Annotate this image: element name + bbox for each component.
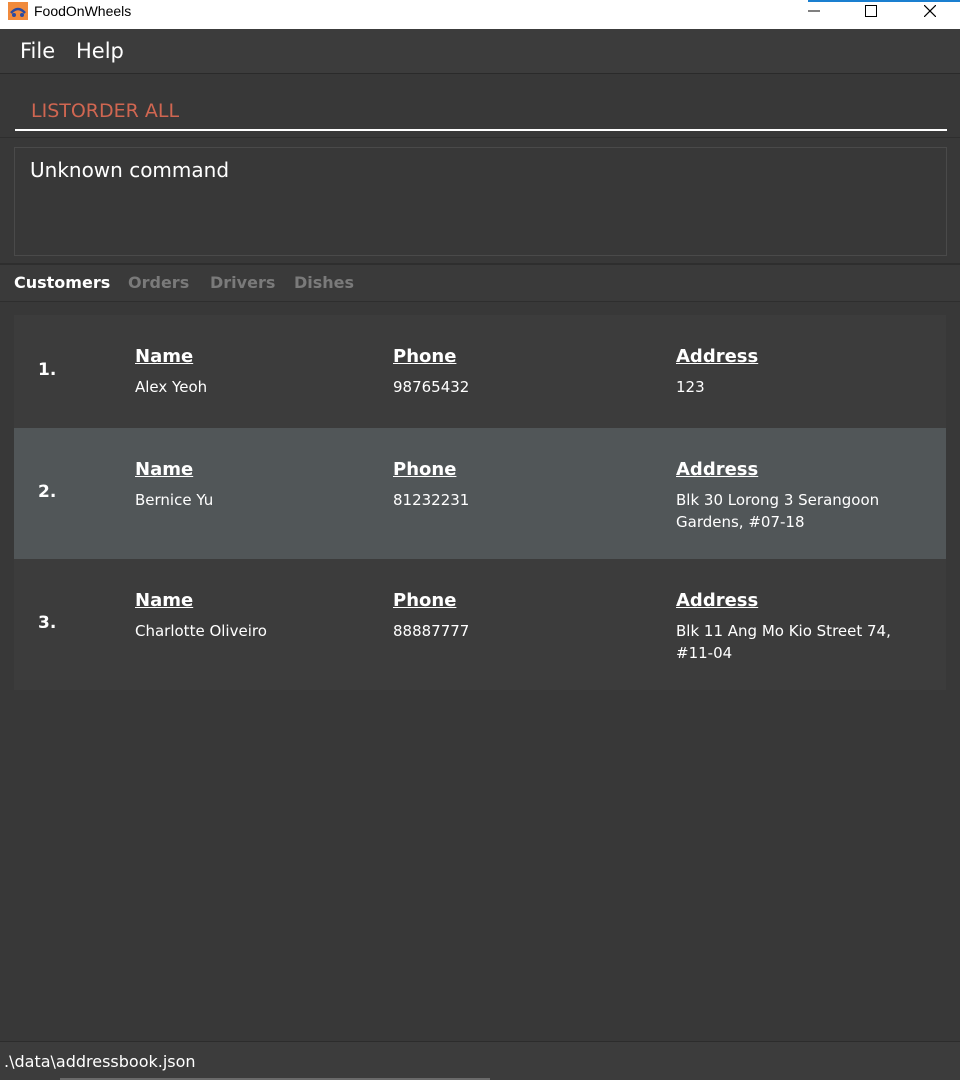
result-display-panel: Unknown command: [0, 138, 960, 264]
list-item[interactable]: 1. Name Alex Yeoh Phone 98765432 Address…: [14, 315, 946, 428]
maximize-icon: [865, 5, 877, 17]
minimize-button[interactable]: [791, 0, 837, 22]
close-icon: [924, 5, 936, 17]
tab-orders[interactable]: Orders: [128, 273, 189, 292]
window-titlebar: FoodOnWheels: [0, 0, 960, 29]
address-line: #11-04: [676, 644, 733, 662]
customer-name: Alex Yeoh: [135, 378, 208, 396]
tab-customers[interactable]: Customers: [14, 273, 110, 292]
menu-help[interactable]: Help: [76, 39, 124, 63]
address-header: Address: [676, 459, 759, 480]
close-button[interactable]: [907, 0, 953, 22]
name-header: Name: [135, 590, 194, 611]
status-bar: .\data\addressbook.json: [0, 1041, 960, 1080]
window-title: FoodOnWheels: [34, 3, 132, 19]
customer-address: 123: [676, 376, 705, 398]
result-display: Unknown command: [14, 147, 947, 256]
list-item-index: 1.: [38, 360, 57, 380]
command-input[interactable]: [15, 84, 947, 131]
customer-phone: 81232231: [393, 491, 470, 509]
customer-name: Charlotte Oliveiro: [135, 622, 267, 640]
tab-dishes[interactable]: Dishes: [294, 273, 354, 292]
menu-bar: File Help: [0, 29, 960, 74]
address-header: Address: [676, 590, 759, 611]
command-box: [0, 74, 960, 138]
minimize-icon: [808, 10, 820, 12]
menu-file[interactable]: File: [20, 39, 55, 63]
list-item-index: 2.: [38, 482, 57, 502]
result-message: Unknown command: [30, 158, 230, 182]
list-item-selected[interactable]: 2. Name Bernice Yu Phone 81232231 Addres…: [14, 428, 946, 559]
address-line: Blk 11 Ang Mo Kio Street 74,: [676, 622, 891, 640]
customer-name: Bernice Yu: [135, 491, 214, 509]
address-line: Gardens, #07-18: [676, 513, 805, 531]
address-line: 123: [676, 378, 705, 396]
name-header: Name: [135, 459, 194, 480]
address-header: Address: [676, 346, 759, 367]
food-truck-icon: [8, 2, 28, 20]
customer-phone: 98765432: [393, 378, 470, 396]
tab-bar: Customers Orders Drivers Dishes: [0, 264, 960, 302]
phone-header: Phone: [393, 346, 457, 367]
address-line: Blk 30 Lorong 3 Serangoon: [676, 491, 880, 509]
maximize-button[interactable]: [848, 0, 894, 22]
tab-drivers[interactable]: Drivers: [210, 273, 275, 292]
list-item[interactable]: 3. Name Charlotte Oliveiro Phone 8888777…: [14, 559, 946, 690]
customer-address: Blk 30 Lorong 3 Serangoon Gardens, #07-1…: [676, 489, 879, 533]
name-header: Name: [135, 346, 194, 367]
phone-header: Phone: [393, 459, 457, 480]
customer-address: Blk 11 Ang Mo Kio Street 74, #11-04: [676, 620, 891, 664]
save-location: .\data\addressbook.json: [4, 1052, 196, 1071]
list-item-index: 3.: [38, 613, 57, 633]
customer-phone: 88887777: [393, 622, 470, 640]
phone-header: Phone: [393, 590, 457, 611]
